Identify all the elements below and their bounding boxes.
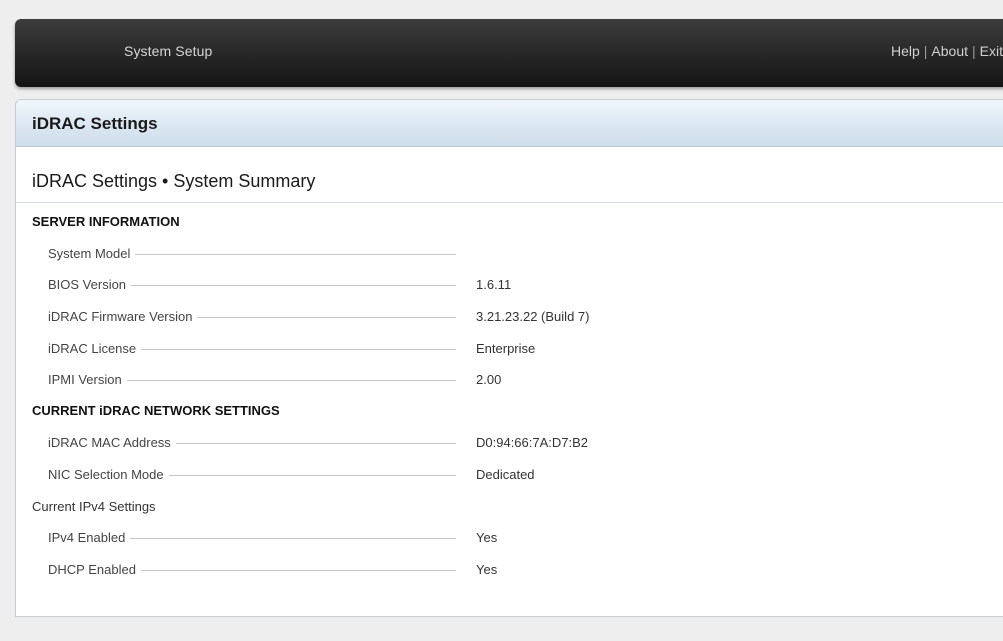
server-information-heading: SERVER INFORMATION — [32, 214, 180, 229]
app-title: System Setup — [124, 43, 213, 59]
ipv4-enabled-label: IPv4 Enabled — [48, 528, 131, 548]
exit-link[interactable]: Exit — [980, 43, 1003, 59]
ipmi-version-label: IPMI Version — [48, 370, 127, 390]
top-header-bar: System Setup Help | About | Exit — [15, 19, 1003, 87]
bios-version-row: BIOS Version 1.6.11 — [16, 275, 1003, 295]
nic-selection-value: Dedicated — [476, 467, 535, 482]
nav-separator: | — [972, 43, 976, 59]
idrac-firmware-row: iDRAC Firmware Version 3.21.23.22 (Build… — [16, 307, 1003, 327]
ipv4-settings-heading: Current IPv4 Settings — [32, 499, 156, 514]
dhcp-enabled-row: DHCP Enabled Yes — [16, 560, 1003, 580]
nav-separator: | — [923, 43, 928, 59]
network-settings-heading: CURRENT iDRAC NETWORK SETTINGS — [32, 403, 280, 418]
nic-selection-row: NIC Selection Mode Dedicated — [16, 465, 1003, 485]
bios-version-label: BIOS Version — [48, 275, 132, 295]
ipmi-version-row: IPMI Version 2.00 — [16, 370, 1003, 390]
top-nav: Help | About | Exit — [891, 43, 1003, 59]
mac-address-value: D0:94:66:7A:D7:B2 — [476, 435, 589, 450]
panel-header: iDRAC Settings — [16, 100, 1003, 147]
dhcp-enabled-value: Yes — [476, 562, 498, 577]
settings-panel: iDRAC Settings iDRAC Settings • System S… — [15, 99, 1003, 617]
about-link[interactable]: About — [931, 43, 968, 59]
system-model-label: System Model — [48, 244, 136, 264]
ipmi-version-value: 2.00 — [476, 372, 502, 387]
idrac-license-label: iDRAC License — [48, 339, 142, 359]
panel-title: iDRAC Settings — [32, 114, 158, 133]
dhcp-enabled-label: DHCP Enabled — [48, 560, 141, 580]
help-link[interactable]: Help — [891, 43, 920, 59]
divider — [16, 202, 1003, 203]
ipv4-enabled-row: IPv4 Enabled Yes — [16, 528, 1003, 548]
page-title: iDRAC Settings • System Summary — [32, 171, 316, 191]
system-model-row: System Model — [16, 244, 1003, 264]
idrac-license-row: iDRAC License Enterprise — [16, 339, 1003, 359]
nic-selection-label: NIC Selection Mode — [48, 465, 169, 485]
ipv4-enabled-value: Yes — [476, 530, 498, 545]
idrac-firmware-value: 3.21.23.22 (Build 7) — [476, 309, 590, 324]
bios-version-value: 1.6.11 — [476, 277, 512, 292]
mac-address-label: iDRAC MAC Address — [48, 433, 176, 453]
idrac-license-value: Enterprise — [476, 341, 536, 356]
mac-address-row: iDRAC MAC Address D0:94:66:7A:D7:B2 — [16, 433, 1003, 453]
idrac-firmware-label: iDRAC Firmware Version — [48, 307, 198, 327]
